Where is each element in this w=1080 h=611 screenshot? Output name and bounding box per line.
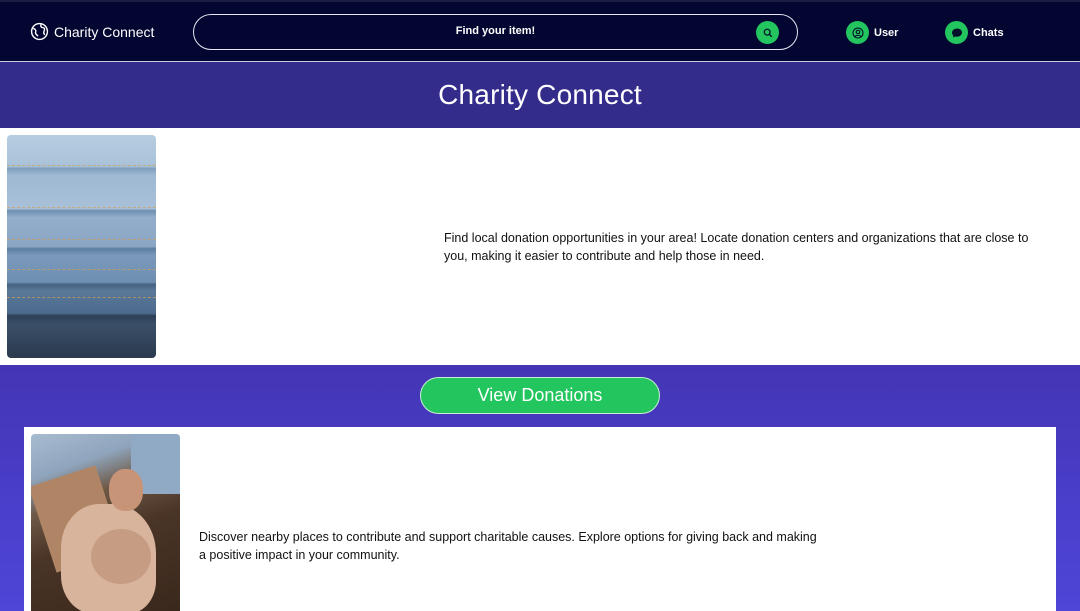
- chat-bubble-icon: [951, 28, 962, 37]
- user-icon-wrap: [846, 21, 869, 44]
- brand-logo-link[interactable]: Charity Connect: [30, 22, 154, 41]
- brand-name: Charity Connect: [54, 23, 155, 40]
- folded-jeans-image: [7, 135, 156, 358]
- charitable-causes-text: Discover nearby places to contribute and…: [199, 530, 817, 562]
- page-title: Charity Connect: [438, 79, 642, 110]
- user-icon: [851, 26, 864, 39]
- donation-opportunities-text: Find local donation opportunities in you…: [444, 231, 1029, 263]
- donation-opportunities-section: Find local donation opportunities in you…: [0, 128, 1080, 365]
- search-icon: [763, 28, 772, 37]
- nav-user-link[interactable]: User: [846, 21, 898, 44]
- search-button[interactable]: [756, 21, 779, 44]
- donation-box-image: [31, 434, 180, 611]
- nav-user-label: User: [874, 26, 899, 39]
- search-bar[interactable]: Find your item!: [193, 14, 798, 50]
- charitable-causes-card: Discover nearby places to contribute and…: [24, 427, 1056, 611]
- view-donations-button[interactable]: View Donations: [420, 377, 660, 414]
- nav-chats-link[interactable]: Chats: [945, 21, 1004, 44]
- search-input[interactable]: Find your item!: [194, 25, 797, 37]
- hero-banner: Charity Connect: [0, 62, 1080, 128]
- chat-icon-wrap: [945, 21, 968, 44]
- globe-icon: [30, 22, 49, 41]
- nav-chats-label: Chats: [973, 26, 1004, 39]
- top-navbar: Charity Connect Find your item! User Cha…: [0, 0, 1080, 62]
- donations-band: View Donations Discover nearby places to…: [0, 365, 1080, 611]
